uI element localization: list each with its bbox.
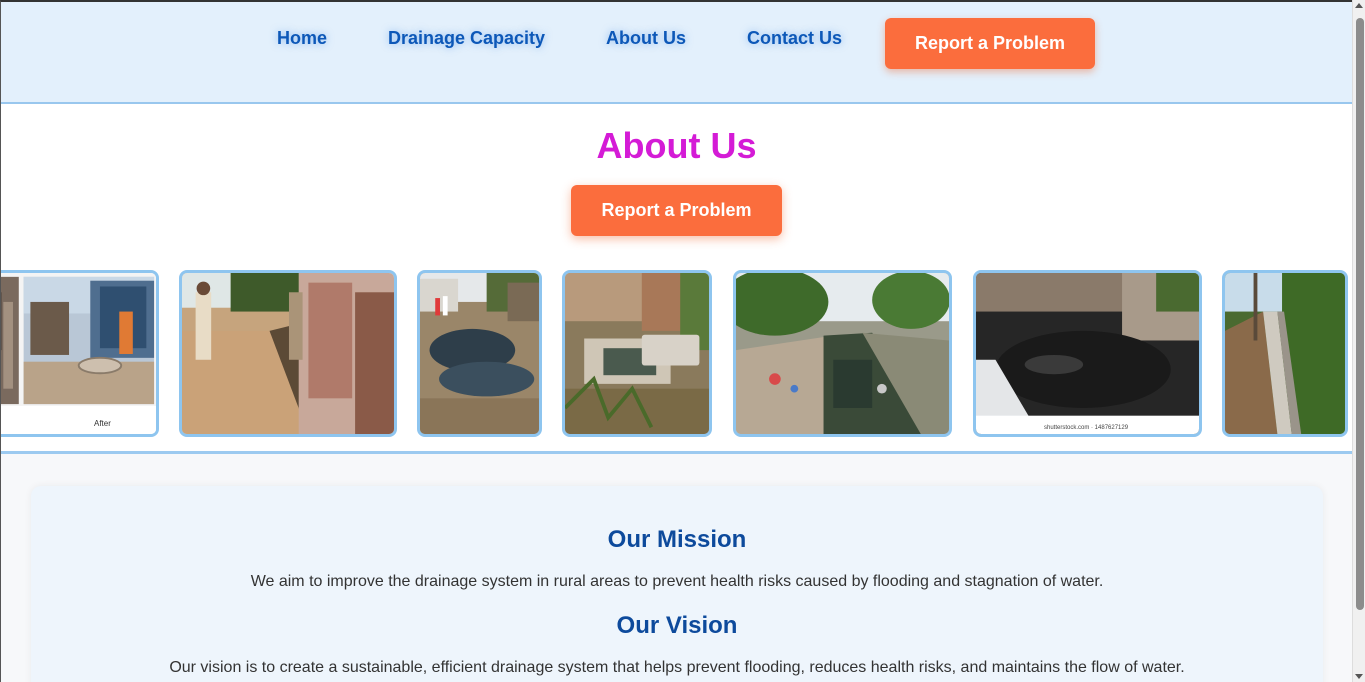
content-section: Our Mission We aim to improve the draina… <box>1 454 1352 682</box>
gallery-caption-stock: shutterstock.com · 1487627129 <box>1044 425 1129 431</box>
nav-report-problem-button[interactable]: Report a Problem <box>885 18 1095 69</box>
drain-before-after-photo <box>1 273 156 434</box>
roadside-drain-photo <box>182 273 394 434</box>
mission-text: We aim to improve the drainage system in… <box>250 573 1104 590</box>
nav-drainage-capacity-link[interactable]: Drainage Capacity <box>388 28 545 49</box>
dark-water-drain-photo <box>976 273 1199 434</box>
hero-report-problem-button[interactable]: Report a Problem <box>571 185 782 236</box>
nav-contact-us-link[interactable]: Contact Us <box>747 28 842 49</box>
waterlogged-lane-photo <box>420 273 539 434</box>
gallery-image-1: After <box>1 270 159 437</box>
gallery-caption-after: After <box>94 419 111 428</box>
vertical-scrollbar[interactable] <box>1352 0 1365 682</box>
page-title: About Us <box>596 125 757 166</box>
about-card: Our Mission We aim to improve the draina… <box>31 486 1323 682</box>
gallery-image-4 <box>562 270 712 437</box>
gallery-image-3 <box>417 270 542 437</box>
mission-heading: Our Mission <box>607 526 747 553</box>
gallery-image-5 <box>733 270 952 437</box>
gallery-image-7 <box>1222 270 1348 437</box>
scrollbar-thumb[interactable] <box>1356 18 1364 610</box>
gallery-image-6: shutterstock.com · 1487627129 <box>973 270 1202 437</box>
scroll-up-arrow-icon[interactable] <box>1355 3 1363 8</box>
concrete-drain-photo <box>565 273 709 434</box>
nav-about-us-link[interactable]: About Us <box>606 28 686 49</box>
vision-heading: Our Vision <box>616 612 738 639</box>
browser-viewport: Home Drainage Capacity About Us Contact … <box>0 0 1352 682</box>
scroll-down-arrow-icon[interactable] <box>1355 674 1363 679</box>
gallery-image-2 <box>179 270 397 437</box>
vision-text: Our vision is to create a sustainable, e… <box>169 659 1185 676</box>
polluted-canal-photo <box>736 273 949 434</box>
hero-section: About Us Report a Problem After shutters… <box>1 104 1352 454</box>
nav-home-link[interactable]: Home <box>277 28 327 49</box>
roadside-channel-photo <box>1225 273 1345 434</box>
top-navbar: Home Drainage Capacity About Us Contact … <box>1 2 1352 104</box>
